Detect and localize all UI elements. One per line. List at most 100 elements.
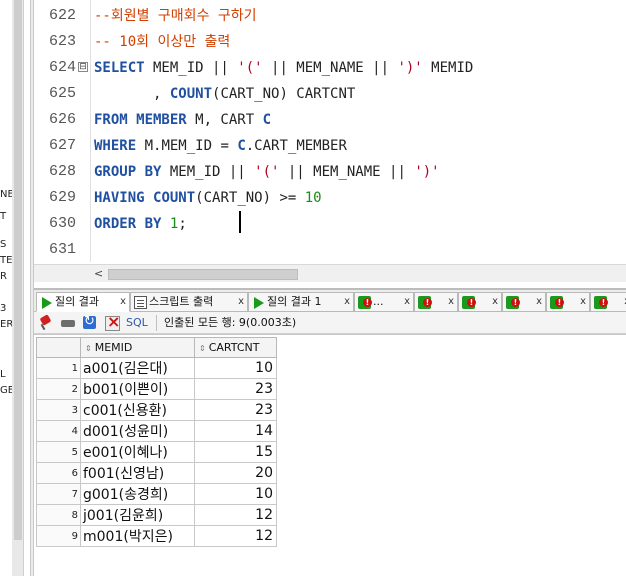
row-number-cell[interactable]: 6 <box>36 462 81 484</box>
row-number-cell[interactable]: 7 <box>36 483 81 505</box>
cartcnt-cell[interactable]: 15 <box>194 441 277 463</box>
cartcnt-cell[interactable]: 12 <box>194 525 277 547</box>
grid-header-row: ⇕ MEMID ⇕ CARTCNT <box>36 337 277 358</box>
left-panel-fragment: NE T S TE R 3 ER L GE <box>0 0 12 576</box>
row-number-cell[interactable]: 9 <box>36 525 81 547</box>
editor-horizontal-scrollbar[interactable]: < <box>34 264 626 282</box>
cartcnt-cell[interactable]: 14 <box>194 420 277 442</box>
error-result-icon <box>418 296 432 309</box>
tab-close-icon[interactable]: x <box>344 293 350 311</box>
code-text: ORDER BY 1; <box>94 211 187 237</box>
cartcnt-cell[interactable]: 23 <box>194 399 277 421</box>
code-token: '(' <box>254 164 280 180</box>
code-token: C <box>262 112 272 128</box>
memid-cell[interactable]: e001(이혜나) <box>80 441 195 463</box>
tab-close-icon[interactable]: x <box>492 293 498 311</box>
row-number-cell[interactable]: 4 <box>36 420 81 442</box>
result-tab[interactable]: 질의 결과 1 x <box>248 292 354 312</box>
table-row[interactable]: 1 a001(김은대) 10 <box>36 357 277 379</box>
table-row[interactable]: 2 b001(이쁜이) 23 <box>36 378 277 400</box>
cartcnt-cell[interactable]: 12 <box>194 504 277 526</box>
code-token: ORDER BY <box>94 216 162 232</box>
editor-line: 628 GROUP BY MEM_ID || '(' || MEM_NAME ||… <box>34 159 626 185</box>
memid-cell[interactable]: g001(송경희) <box>80 483 195 505</box>
print-icon[interactable] <box>60 315 76 331</box>
result-tab[interactable]: x <box>502 292 546 312</box>
result-tab[interactable]: x <box>414 292 458 312</box>
cartcnt-cell[interactable]: 10 <box>194 357 277 379</box>
left-scrollbar-thumb[interactable] <box>14 0 22 540</box>
tab-close-icon[interactable]: x <box>448 293 454 311</box>
column-header-cartcnt[interactable]: ⇕ CARTCNT <box>194 337 277 358</box>
tab-label: 질의 결과 <box>55 295 99 308</box>
left-panel-text-fragment: R <box>0 271 7 282</box>
row-number-cell[interactable]: 5 <box>36 441 81 463</box>
sql-worksheet-editor[interactable]: 622 --회원별 구매회수 구하기 623 -- 10회 이상만 출력 624 ⊟ SEL… <box>34 0 626 262</box>
code-token: M, CART <box>186 112 263 128</box>
table-row[interactable]: 6 f001(신영남) 20 <box>36 462 277 484</box>
table-row[interactable]: 3 c001(신용환) 23 <box>36 399 277 421</box>
memid-cell[interactable]: j001(김윤희) <box>80 504 195 526</box>
hscroll-thumb[interactable] <box>108 269 298 280</box>
code-text: -- 10회 이상만 출력 <box>94 29 230 55</box>
row-number-cell[interactable]: 3 <box>36 399 81 421</box>
result-tab[interactable]: x <box>546 292 590 312</box>
table-row[interactable]: 9 m001(박지은) 12 <box>36 525 277 547</box>
cartcnt-cell[interactable]: 23 <box>194 378 277 400</box>
tab-close-icon[interactable]: x <box>404 293 410 311</box>
row-number-cell[interactable]: 8 <box>36 504 81 526</box>
fetch-status-text: 인출된 모든 행: 9(0.003초) <box>164 316 297 329</box>
sql-button[interactable]: SQL <box>126 315 148 331</box>
cartcnt-cell[interactable]: 20 <box>194 462 277 484</box>
memid-cell[interactable]: f001(신영남) <box>80 462 195 484</box>
refresh-icon[interactable] <box>82 314 98 331</box>
row-number-cell[interactable]: 1 <box>36 357 81 379</box>
sort-icon: ⇕ <box>85 344 92 353</box>
code-token: --회원별 구매회수 구하기 <box>94 8 257 24</box>
delete-icon[interactable] <box>104 312 120 331</box>
code-token: (CART_NO) CARTCNT <box>212 86 356 102</box>
result-tab[interactable]: x <box>590 292 626 312</box>
table-row[interactable]: 5 e001(이혜나) 15 <box>36 441 277 463</box>
memid-cell[interactable]: c001(신용환) <box>80 399 195 421</box>
line-number: 630 <box>48 215 76 232</box>
pin-icon[interactable] <box>38 315 54 331</box>
tab-close-icon[interactable]: x <box>120 293 126 311</box>
table-row[interactable]: 7 g001(송경희) 10 <box>36 483 277 505</box>
column-header-memid[interactable]: ⇕ MEMID <box>80 337 195 358</box>
row-number-cell[interactable]: 2 <box>36 378 81 400</box>
left-panel-scrollbar[interactable] <box>12 0 24 576</box>
table-row[interactable]: 4 d001(성윤미) 14 <box>36 420 277 442</box>
results-toolbar: SQL 인출된 모든 행: 9(0.003초) <box>34 312 626 334</box>
code-token: MEM_ID || <box>144 60 238 76</box>
memid-cell[interactable]: d001(성윤미) <box>80 420 195 442</box>
tab-close-icon[interactable]: x <box>580 293 586 311</box>
sort-icon: ⇕ <box>199 344 206 353</box>
code-text: HAVING COUNT(CART_NO) >= 10 <box>94 185 322 211</box>
fold-toggle-icon[interactable]: ⊟ <box>78 62 88 72</box>
result-tab[interactable]: x <box>458 292 502 312</box>
code-text: SELECT MEM_ID || '(' || MEM_NAME || ')' … <box>94 55 473 81</box>
result-tab[interactable]: ... x <box>354 292 414 312</box>
memid-cell[interactable]: b001(이쁜이) <box>80 378 195 400</box>
left-panel-text-fragment: GE <box>0 385 12 396</box>
grid-corner-cell[interactable] <box>36 337 81 358</box>
memid-cell[interactable]: a001(김은대) <box>80 357 195 379</box>
result-tab[interactable]: 질의 결과 x <box>36 292 130 312</box>
table-row[interactable]: 8 j001(김윤희) 12 <box>36 504 277 526</box>
tab-close-icon[interactable]: x <box>238 293 244 311</box>
code-token: || MEM_NAME || <box>279 164 415 180</box>
code-text: WHERE M.MEM_ID = C.CART_MEMBER <box>94 133 347 159</box>
scroll-left-arrow-icon[interactable]: < <box>94 267 103 280</box>
tab-close-icon[interactable]: x <box>536 293 542 311</box>
line-number: 627 <box>48 137 76 154</box>
error-result-icon <box>358 296 372 309</box>
code-token: SELECT <box>94 60 145 76</box>
cartcnt-cell[interactable]: 10 <box>194 483 277 505</box>
memid-cell[interactable]: m001(박지은) <box>80 525 195 547</box>
line-number: 624 <box>48 59 76 76</box>
code-token: ')' <box>397 60 423 76</box>
result-tab[interactable]: 스크립트 출력 x <box>130 292 248 312</box>
code-text: GROUP BY MEM_ID || '(' || MEM_NAME || ')… <box>94 159 440 185</box>
left-panel-text-fragment: L <box>0 369 6 380</box>
